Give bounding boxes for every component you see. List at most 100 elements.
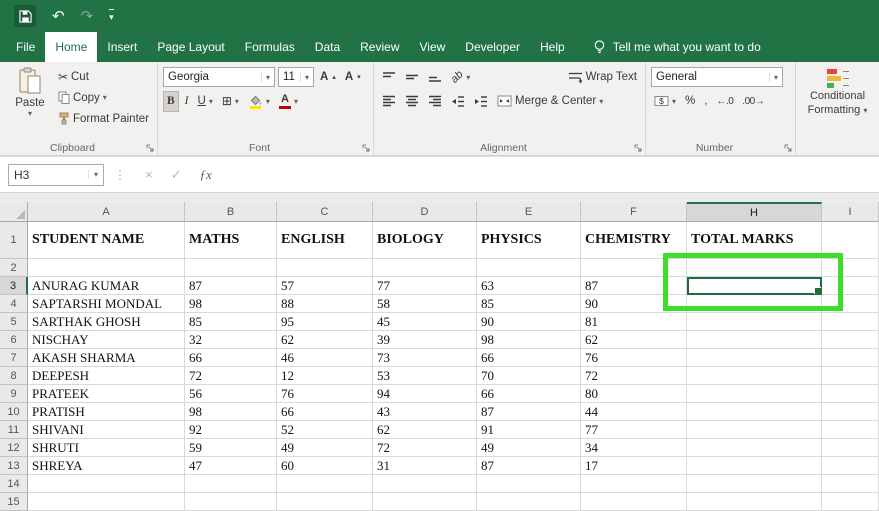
tab-review[interactable]: Review xyxy=(350,32,409,62)
align-center-button[interactable] xyxy=(402,91,422,112)
font-color-button[interactable]: A ▾ xyxy=(276,91,301,112)
cell-D14[interactable] xyxy=(373,475,477,493)
cancel-button[interactable]: × xyxy=(145,167,153,182)
insert-function-button[interactable]: ƒx xyxy=(200,167,212,183)
tab-view[interactable]: View xyxy=(410,32,456,62)
cell-B2[interactable] xyxy=(185,259,277,277)
cell-E9[interactable]: 66 xyxy=(477,385,581,403)
cell-A14[interactable] xyxy=(28,475,185,493)
cell-B15[interactable] xyxy=(185,493,277,511)
select-all-corner[interactable] xyxy=(0,202,28,222)
cell-I2[interactable] xyxy=(822,259,879,277)
tab-help[interactable]: Help xyxy=(530,32,575,62)
cell-I3[interactable] xyxy=(822,277,879,295)
clipboard-dialog-launcher[interactable] xyxy=(146,144,155,153)
cell-I11[interactable] xyxy=(822,421,879,439)
cell-D6[interactable]: 39 xyxy=(373,331,477,349)
cell-E4[interactable]: 85 xyxy=(477,295,581,313)
cell-F15[interactable] xyxy=(581,493,687,511)
cell-C6[interactable]: 62 xyxy=(277,331,373,349)
tab-formulas[interactable]: Formulas xyxy=(235,32,305,62)
redo-button[interactable]: ↷ xyxy=(81,9,94,24)
cell-A3[interactable]: ANURAG KUMAR xyxy=(28,277,185,295)
paste-button[interactable]: Paste ▾ xyxy=(5,65,55,140)
cell-E11[interactable]: 91 xyxy=(477,421,581,439)
cell-B7[interactable]: 66 xyxy=(185,349,277,367)
tell-me-box[interactable]: Tell me what you want to do xyxy=(593,32,761,62)
cell-F2[interactable] xyxy=(581,259,687,277)
copy-button[interactable]: Copy ▾ xyxy=(55,87,152,108)
increase-indent-button[interactable] xyxy=(471,91,491,112)
cell-A9[interactable]: PRATEEK xyxy=(28,385,185,403)
cell-B11[interactable]: 92 xyxy=(185,421,277,439)
cell-F1[interactable]: CHEMISTRY xyxy=(581,222,687,259)
cell-H6[interactable] xyxy=(687,331,822,349)
cell-B9[interactable]: 56 xyxy=(185,385,277,403)
formula-bar-splitter[interactable]: ⋮ xyxy=(114,168,126,182)
cell-B4[interactable]: 98 xyxy=(185,295,277,313)
cut-button[interactable]: ✂ Cut xyxy=(55,66,152,87)
cell-C11[interactable]: 52 xyxy=(277,421,373,439)
cell-C13[interactable]: 60 xyxy=(277,457,373,475)
cell-H15[interactable] xyxy=(687,493,822,511)
cell-H9[interactable] xyxy=(687,385,822,403)
conditional-formatting-button[interactable]: Conditional Formatting ▾ xyxy=(808,65,868,140)
number-dialog-launcher[interactable] xyxy=(784,144,793,153)
cell-B5[interactable]: 85 xyxy=(185,313,277,331)
column-header-E[interactable]: E xyxy=(477,202,581,222)
cell-E7[interactable]: 66 xyxy=(477,349,581,367)
cell-H3[interactable] xyxy=(687,277,822,295)
orientation-button[interactable]: ab ▾ xyxy=(448,67,473,88)
cell-B6[interactable]: 32 xyxy=(185,331,277,349)
number-format-select[interactable]: General ▾ xyxy=(651,67,783,87)
row-header-10[interactable]: 10 xyxy=(0,403,28,421)
tab-data[interactable]: Data xyxy=(305,32,350,62)
cell-C7[interactable]: 46 xyxy=(277,349,373,367)
column-header-F[interactable]: F xyxy=(581,202,687,222)
cell-C12[interactable]: 49 xyxy=(277,439,373,457)
cell-A10[interactable]: PRATISH xyxy=(28,403,185,421)
cell-D12[interactable]: 72 xyxy=(373,439,477,457)
cell-H14[interactable] xyxy=(687,475,822,493)
column-header-B[interactable]: B xyxy=(185,202,277,222)
cell-H7[interactable] xyxy=(687,349,822,367)
cell-F6[interactable]: 62 xyxy=(581,331,687,349)
cell-C2[interactable] xyxy=(277,259,373,277)
cell-D4[interactable]: 58 xyxy=(373,295,477,313)
cell-I6[interactable] xyxy=(822,331,879,349)
cell-A13[interactable]: SHREYA xyxy=(28,457,185,475)
cell-H4[interactable] xyxy=(687,295,822,313)
cell-I10[interactable] xyxy=(822,403,879,421)
cell-E15[interactable] xyxy=(477,493,581,511)
decrease-font-size-button[interactable]: A▾ xyxy=(342,67,364,88)
cell-I13[interactable] xyxy=(822,457,879,475)
cell-A4[interactable]: SAPTARSHI MONDAL xyxy=(28,295,185,313)
cell-A8[interactable]: DEEPESH xyxy=(28,367,185,385)
row-header-15[interactable]: 15 xyxy=(0,493,28,511)
row-header-7[interactable]: 7 xyxy=(0,349,28,367)
cell-F7[interactable]: 76 xyxy=(581,349,687,367)
italic-button[interactable]: I xyxy=(182,91,192,112)
accounting-format-button[interactable]: $ ▾ xyxy=(651,91,679,112)
cell-D11[interactable]: 62 xyxy=(373,421,477,439)
row-header-11[interactable]: 11 xyxy=(0,421,28,439)
cell-C9[interactable]: 76 xyxy=(277,385,373,403)
cell-F9[interactable]: 80 xyxy=(581,385,687,403)
cell-I9[interactable] xyxy=(822,385,879,403)
cell-F10[interactable]: 44 xyxy=(581,403,687,421)
cell-D15[interactable] xyxy=(373,493,477,511)
cell-C15[interactable] xyxy=(277,493,373,511)
cell-I1[interactable] xyxy=(822,222,879,259)
name-box-dropdown-icon[interactable]: ▾ xyxy=(88,170,98,179)
percent-style-button[interactable]: % xyxy=(682,91,698,112)
cell-E2[interactable] xyxy=(477,259,581,277)
cell-I7[interactable] xyxy=(822,349,879,367)
cell-C10[interactable]: 66 xyxy=(277,403,373,421)
cell-B12[interactable]: 59 xyxy=(185,439,277,457)
column-header-C[interactable]: C xyxy=(277,202,373,222)
cell-A15[interactable] xyxy=(28,493,185,511)
name-box[interactable]: H3 ▾ xyxy=(8,164,104,186)
top-align-button[interactable] xyxy=(379,67,399,88)
tab-file[interactable]: File xyxy=(6,32,45,62)
cell-I5[interactable] xyxy=(822,313,879,331)
